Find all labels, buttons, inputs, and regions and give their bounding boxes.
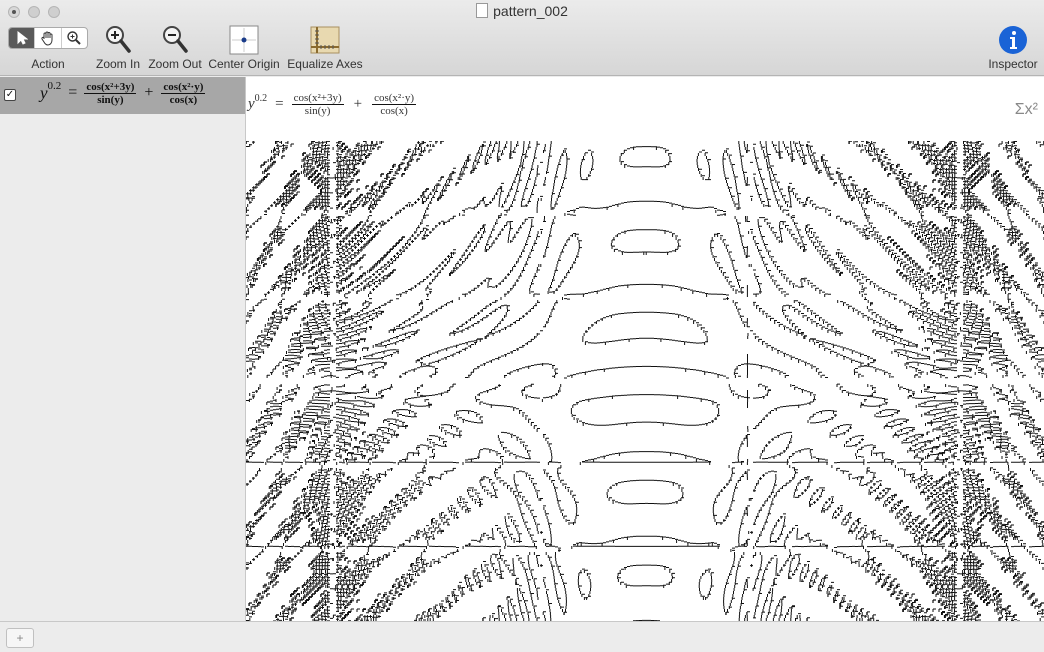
implicit-curve <box>246 141 1044 621</box>
term1-numerator: cos(x²+3y) <box>84 80 137 94</box>
info-icon <box>999 26 1027 54</box>
pointer-tool-button[interactable] <box>9 28 36 48</box>
document-icon <box>476 3 489 18</box>
equation-list: ✓ y0.2 = cos(x²+3y) sin(y) + cos(x²·y) cos… <box>0 77 246 621</box>
editor-term2-denominator: cos(x) <box>380 105 408 117</box>
center-origin-icon <box>229 25 259 55</box>
equalize-axes-icon <box>310 26 340 54</box>
sigma-icon: Σx² <box>1014 101 1038 118</box>
lhs-base: y <box>40 83 48 103</box>
editor-term1-numerator: cos(x²+3y) <box>291 92 344 105</box>
lhs-exponent: 0.2 <box>47 80 62 92</box>
zoom-out-label: Zoom Out <box>148 57 202 71</box>
editor-term2-numerator: cos(x²·y) <box>372 92 417 105</box>
zoom-in-label: Zoom In <box>96 57 141 71</box>
equation-expression: y0.2 = cos(x²+3y) sin(y) + cos(x²·y) cos(x… <box>40 80 206 106</box>
zoom-out-icon <box>163 26 188 53</box>
editor-term1-denominator: sin(y) <box>304 105 331 117</box>
add-equation-button[interactable]: + <box>6 628 34 648</box>
action-label: Action <box>31 57 65 71</box>
hand-tool-button[interactable] <box>35 28 62 48</box>
implicit-plot-canvas[interactable] <box>246 141 1044 621</box>
editor-lhs-exponent: 0.2 <box>254 93 268 105</box>
inspector-label: Inspector <box>988 57 1038 71</box>
term2-numerator: cos(x²·y) <box>161 80 206 94</box>
editor-lhs-base: y <box>248 96 255 112</box>
math-palette-button[interactable]: Σx² <box>1015 101 1038 119</box>
equation-row[interactable]: ✓ y0.2 = cos(x²+3y) sin(y) + cos(x²·y) cos… <box>0 77 245 114</box>
title-bar: pattern_002 Action Zoom In Zoom Out Cent… <box>0 0 1044 76</box>
plus-sign: + <box>144 84 154 102</box>
center-origin-label: Center Origin <box>208 57 280 71</box>
window-title-text: pattern_002 <box>493 3 568 19</box>
term2-denominator: cos(x) <box>169 93 198 106</box>
equals-sign: = <box>68 84 78 102</box>
term1-denominator: sin(y) <box>97 93 124 106</box>
magnify-tool-button[interactable] <box>62 28 87 48</box>
window-title: pattern_002 <box>0 3 1044 19</box>
editor-equals: = <box>275 96 284 112</box>
action-segmented-control[interactable] <box>8 27 88 49</box>
hand-icon <box>41 31 53 46</box>
equalize-axes-label: Equalize Axes <box>287 57 363 71</box>
arrow-cursor-icon <box>17 31 28 45</box>
graph-area: y0.2 = cos(x²+3y) sin(y) + cos(x²·y) cos(x… <box>246 77 1044 621</box>
formula-editor[interactable]: y0.2 = cos(x²+3y) sin(y) + cos(x²·y) cos(x… <box>246 77 1044 141</box>
formula-editor-expression: y0.2 = cos(x²+3y) sin(y) + cos(x²·y) cos(x… <box>248 92 417 117</box>
magnifier-icon <box>67 31 82 45</box>
status-bar: + <box>0 621 1044 652</box>
editor-plus: + <box>353 96 363 112</box>
equation-visibility-checkbox[interactable]: ✓ <box>4 89 16 101</box>
zoom-in-icon <box>106 26 131 53</box>
